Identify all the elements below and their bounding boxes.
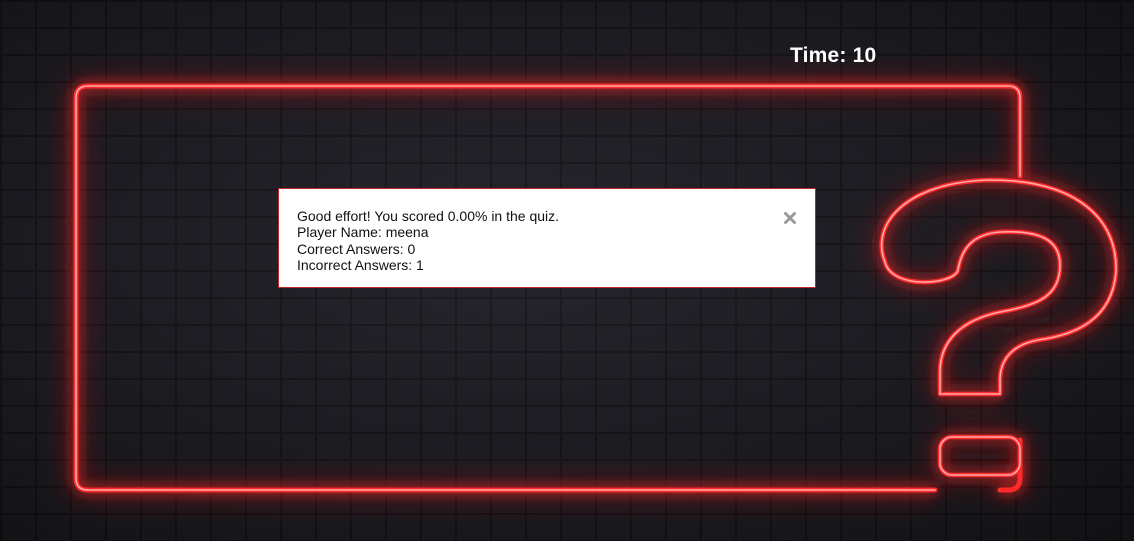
- quiz-background: Time: 10 Good effort! You scored 0.00% i…: [0, 0, 1134, 541]
- result-message: Good effort! You scored 0.00% in the qui…: [297, 208, 560, 224]
- close-icon[interactable]: [783, 211, 797, 225]
- neon-rectangle: [73, 83, 1023, 493]
- neon-question-mark: [879, 177, 1119, 397]
- correct-answers: Correct Answers: 0: [297, 240, 416, 257]
- quiz-result-dialog: Good effort! You scored 0.00% in the qui…: [278, 188, 816, 288]
- timer-display: Time: 10: [790, 44, 877, 67]
- player-name: Player Name: meena: [297, 224, 429, 241]
- neon-question-dot: [937, 434, 1023, 478]
- incorrect-answers: Incorrect Answers: 1: [297, 256, 424, 273]
